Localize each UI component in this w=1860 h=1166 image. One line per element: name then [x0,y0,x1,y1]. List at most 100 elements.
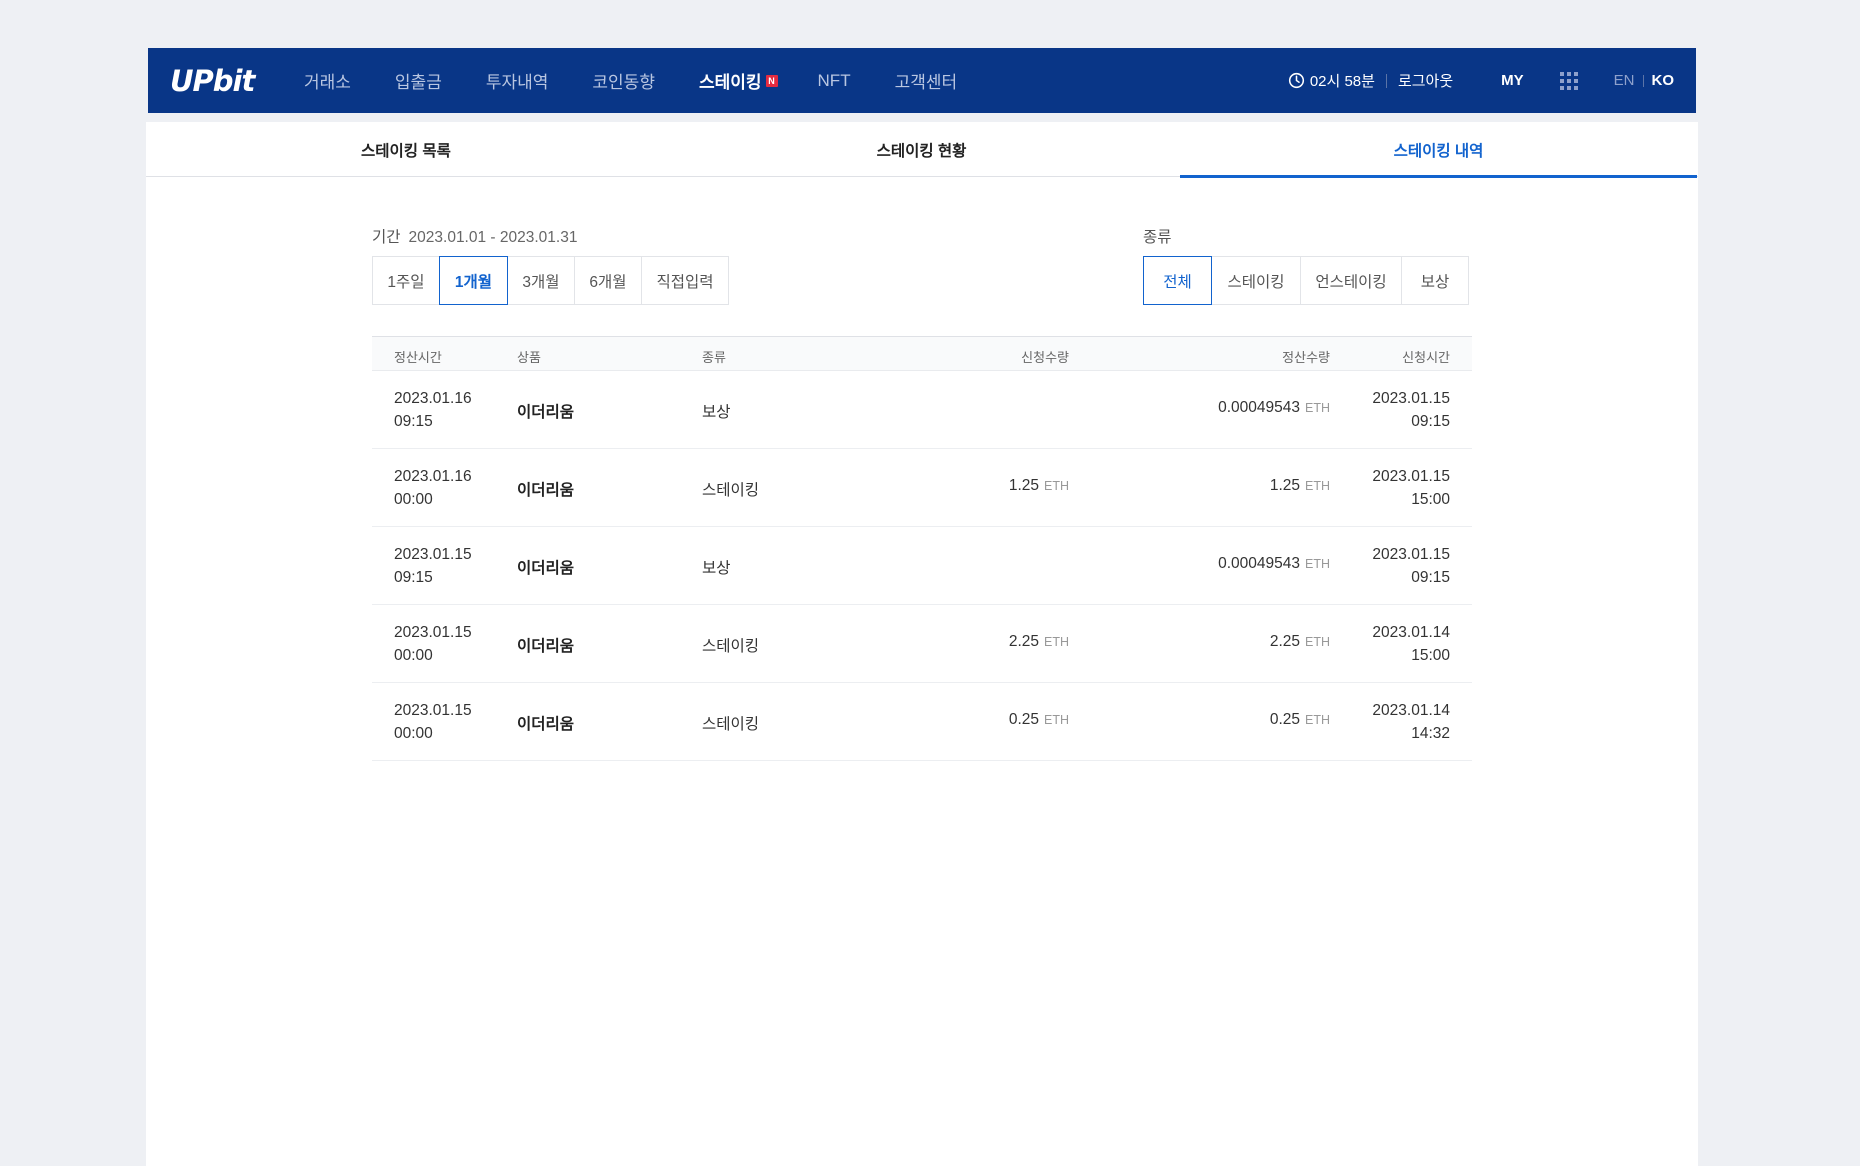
table-row: 2023.01.15 00:00 이더리움 스테이킹 2.25 ETH 2.25 E… [372,605,1472,683]
header-request-amount: 신청수량 [1021,350,1069,365]
request-amount: 2.25 [1008,633,1039,650]
settle-amount: 0.00049543 [1218,555,1300,572]
settle-amount-cell: 0.25 ETH [1270,711,1330,729]
nav-staking-label: 스테이킹 [698,73,762,92]
apply-clock: 15:00 [1411,491,1450,508]
apply-date: 2023.01.14 [1372,702,1450,719]
header-settle-time: 정산시간 [394,350,442,365]
my-link[interactable]: MY [1501,72,1524,89]
table-row: 2023.01.16 00:00 이더리움 스테이킹 1.25 ETH 1.25 E… [372,449,1472,527]
lang-ko-button[interactable]: KO [1652,72,1675,89]
product-cell: 이더리움 [517,638,575,655]
nav-exchange[interactable]: 거래소 [304,68,351,93]
settle-date: 2023.01.15 [394,702,472,719]
request-amount: 1.25 [1008,477,1039,494]
period-label: 기간 [372,229,401,246]
nav-staking[interactable]: 스테이킹 N [699,68,778,93]
apply-time-cell: 2023.01.14 14:32 [1372,699,1450,745]
tab-staking-status[interactable]: 스테이킹 현황 [663,122,1180,177]
table-body: 2023.01.16 09:15 이더리움 보상 0.00049543 ETH 2… [372,371,1472,761]
type-staking-button[interactable]: 스테이킹 [1211,256,1301,305]
clock-icon [1288,72,1304,89]
apply-clock: 09:15 [1411,569,1450,586]
product-cell: 이더리움 [517,404,575,421]
request-amount-cell [1064,399,1069,417]
settle-amount-cell: 1.25 ETH [1270,477,1330,495]
apply-date: 2023.01.15 [1372,546,1450,563]
product-cell: 이더리움 [517,716,575,733]
tab-staking-list[interactable]: 스테이킹 목록 [146,122,663,177]
staking-history-table: 정산시간 상품 종류 신청수량 정산수량 신청시간 2023.01.16 09:… [372,336,1472,761]
divider [1385,73,1387,88]
header-apply-time: 신청시간 [1402,350,1450,365]
request-amount: 0.25 [1008,711,1039,728]
apply-time-cell: 2023.01.15 15:00 [1372,465,1450,511]
period-6month-button[interactable]: 6개월 [574,256,642,305]
settle-clock: 00:00 [394,491,433,508]
type-unstaking-button[interactable]: 언스테이킹 [1300,256,1402,305]
tab-staking-history[interactable]: 스테이킹 내역 [1180,122,1697,178]
apply-date: 2023.01.15 [1372,390,1450,407]
nav-coin-trends[interactable]: 코인동향 [592,68,655,93]
request-unit: ETH [1044,713,1069,727]
settle-amount-cell: 0.00049543 ETH [1218,399,1330,417]
table-row: 2023.01.15 09:15 이더리움 보상 0.00049543 ETH 2… [372,527,1472,605]
apply-clock: 14:32 [1411,725,1450,742]
nav-investments[interactable]: 투자내역 [486,68,549,93]
period-filter-label: 기간 2023.01.01 - 2023.01.31 [372,225,577,247]
request-amount-cell: 0.25 ETH [1009,711,1069,729]
settle-time-cell: 2023.01.16 09:15 [394,387,472,433]
settle-amount-cell: 2.25 ETH [1270,633,1330,651]
period-range: 2023.01.01 - 2023.01.31 [408,229,578,246]
nav-nft[interactable]: NFT [818,71,851,91]
type-cell: 스테이킹 [702,638,760,655]
main-nav: 거래소 입출금 투자내역 코인동향 스테이킹 N NFT 고객센터 [304,48,1001,113]
settle-date: 2023.01.15 [394,624,472,641]
settle-unit: ETH [1305,479,1330,493]
type-reward-button[interactable]: 보상 [1401,256,1469,305]
settle-amount: 1.25 [1269,477,1300,494]
period-1week-button[interactable]: 1주일 [372,256,440,305]
settle-date: 2023.01.16 [394,390,472,407]
header-product: 상품 [517,350,541,365]
staking-tabs: 스테이킹 목록 스테이킹 현황 스테이킹 내역 [146,122,1698,178]
type-button-group: 전체 스테이킹 언스테이킹 보상 [1143,256,1469,305]
apply-clock: 09:15 [1411,413,1450,430]
main-panel: 스테이킹 목록 스테이킹 현황 스테이킹 내역 기간 2023.01.01 - 2… [146,122,1698,1166]
settle-time-cell: 2023.01.16 00:00 [394,465,472,511]
header-settle-amount: 정산수량 [1282,350,1330,365]
settle-time-cell: 2023.01.15 00:00 [394,699,472,745]
period-custom-button[interactable]: 직접입력 [641,256,729,305]
table-row: 2023.01.16 09:15 이더리움 보상 0.00049543 ETH 2… [372,371,1472,449]
divider [1642,74,1644,87]
type-cell: 보상 [702,560,731,577]
apply-time-cell: 2023.01.15 09:15 [1372,387,1450,433]
app-grid-icon[interactable] [1559,71,1578,90]
settle-amount: 0.00049543 [1218,399,1300,416]
logout-link[interactable]: 로그아웃 [1398,70,1453,91]
apply-clock: 15:00 [1411,647,1450,664]
upbit-logo[interactable]: UPbit [170,48,270,113]
period-3month-button[interactable]: 3개월 [507,256,575,305]
settle-clock: 00:00 [394,725,433,742]
nav-deposit-withdraw[interactable]: 입출금 [395,68,442,93]
settle-amount-cell: 0.00049543 ETH [1218,555,1330,573]
lang-en-button[interactable]: EN [1614,72,1635,89]
settle-time-cell: 2023.01.15 00:00 [394,621,472,667]
request-amount-cell: 1.25 ETH [1009,477,1069,495]
settle-date: 2023.01.16 [394,468,472,485]
nav-customer-center[interactable]: 고객센터 [895,68,958,93]
type-all-button[interactable]: 전체 [1143,256,1212,305]
header-type: 종류 [702,350,726,365]
type-cell: 보상 [702,404,731,421]
request-amount-cell [1064,555,1069,573]
product-cell: 이더리움 [517,482,575,499]
request-unit: ETH [1044,635,1069,649]
type-cell: 스테이킹 [702,716,760,733]
period-1month-button[interactable]: 1개월 [439,256,508,305]
session-time: 02시 58분 [1309,73,1375,90]
apply-time-cell: 2023.01.14 15:00 [1372,621,1450,667]
type-filter-label: 종류 [1143,229,1172,246]
settle-unit: ETH [1305,557,1330,571]
table-row: 2023.01.15 00:00 이더리움 스테이킹 0.25 ETH 0.25 E… [372,683,1472,761]
